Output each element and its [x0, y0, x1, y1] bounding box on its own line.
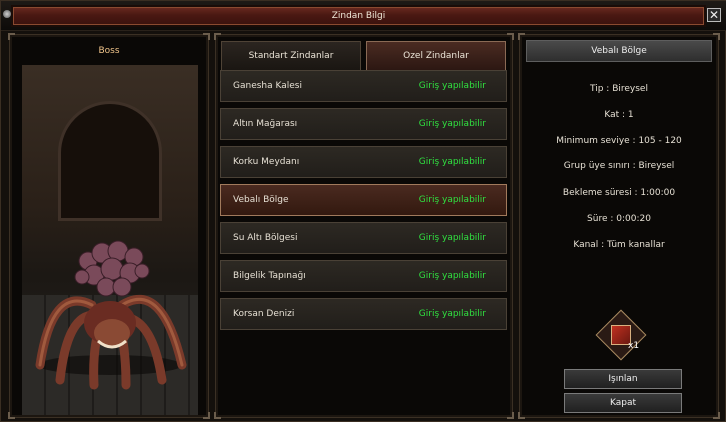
- dungeon-status: Giriş yapılabilir: [418, 119, 486, 129]
- item-count: x1: [628, 341, 640, 351]
- corner-ornament: [214, 33, 221, 40]
- teleport-button[interactable]: Işınlan: [564, 369, 682, 389]
- dungeon-status: Giriş yapılabilir: [418, 81, 486, 91]
- window-title: Zindan Bilgi: [331, 11, 386, 21]
- close-icon[interactable]: ✕: [707, 8, 721, 22]
- info-floor: Kat : 1: [604, 110, 634, 120]
- corner-ornament: [8, 33, 15, 40]
- list-item[interactable]: Su Altı Bölgesi Giriş yapılabilir: [220, 222, 507, 254]
- close-button[interactable]: Kapat: [564, 393, 682, 413]
- dungeon-name: Korsan Denizi: [233, 309, 295, 319]
- dungeon-name: Su Altı Bölgesi: [233, 233, 298, 243]
- info-type: Tip : Bireysel: [590, 84, 648, 94]
- dungeon-name: Korku Meydanı: [233, 157, 300, 167]
- boss-preview-image: [22, 65, 198, 415]
- corner-ornament: [203, 412, 210, 419]
- title-plate: Zindan Bilgi: [11, 5, 706, 27]
- list-item[interactable]: Altın Mağarası Giriş yapılabilir: [220, 108, 507, 140]
- dungeon-name: Bilgelik Tapınağı: [233, 271, 306, 281]
- corner-ornament: [507, 33, 514, 40]
- dungeon-name: Ganesha Kalesi: [233, 81, 302, 91]
- dungeon-status: Giriş yapılabilir: [418, 233, 486, 243]
- list-item-selected[interactable]: Vebalı Bölge Giriş yapılabilir: [220, 184, 507, 216]
- title-bar[interactable]: Zindan Bilgi ✕: [1, 1, 726, 31]
- details-header: Vebalı Bölge: [526, 40, 712, 62]
- info-channel: Kanal : Tüm kanallar: [573, 240, 665, 250]
- dungeon-status: Giriş yapılabilir: [418, 195, 486, 205]
- corner-ornament: [713, 412, 720, 419]
- corner-ornament: [713, 33, 720, 40]
- info-min-level: Minimum seviye : 105 - 120: [556, 136, 682, 146]
- boss-panel: Boss: [8, 33, 210, 419]
- corner-ornament: [507, 412, 514, 419]
- dungeon-info-window: Zindan Bilgi ✕ Boss Standart Zindanlar O…: [0, 0, 726, 422]
- dungeon-details-panel: Vebalı Bölge Tip : Bireysel Kat : 1 Mini…: [518, 33, 720, 419]
- info-duration: Süre : 0:00:20: [587, 214, 651, 224]
- corner-ornament: [518, 412, 525, 419]
- list-item[interactable]: Ganesha Kalesi Giriş yapılabilir: [220, 70, 507, 102]
- dungeon-status: Giriş yapılabilir: [418, 309, 486, 319]
- spider-boss-icon: [35, 240, 187, 390]
- list-item[interactable]: Korsan Denizi Giriş yapılabilir: [220, 298, 507, 330]
- tab-standart-zindanlar[interactable]: Standart Zindanlar: [221, 41, 361, 71]
- corner-ornament: [8, 412, 15, 419]
- pin-icon: [3, 10, 11, 18]
- tab-ozel-zindanlar[interactable]: Ozel Zindanlar: [366, 41, 506, 71]
- list-item[interactable]: Korku Meydanı Giriş yapılabilir: [220, 146, 507, 178]
- dungeon-name: Altın Mağarası: [233, 119, 298, 129]
- dungeon-status: Giriş yapılabilir: [418, 157, 486, 167]
- corner-ornament: [214, 412, 221, 419]
- boss-label: Boss: [98, 46, 120, 56]
- dungeon-name: Vebalı Bölge: [233, 195, 289, 205]
- dungeon-status: Giriş yapılabilir: [418, 271, 486, 281]
- corner-ornament: [518, 33, 525, 40]
- info-group-limit: Grup üye sınırı : Bireysel: [563, 161, 675, 171]
- info-cooldown: Bekleme süresi : 1:00:00: [562, 188, 676, 198]
- list-item[interactable]: Bilgelik Tapınağı Giriş yapılabilir: [220, 260, 507, 292]
- corner-ornament: [203, 33, 210, 40]
- dungeon-list-panel: Standart Zindanlar Ozel Zindanlar Ganesh…: [214, 33, 514, 419]
